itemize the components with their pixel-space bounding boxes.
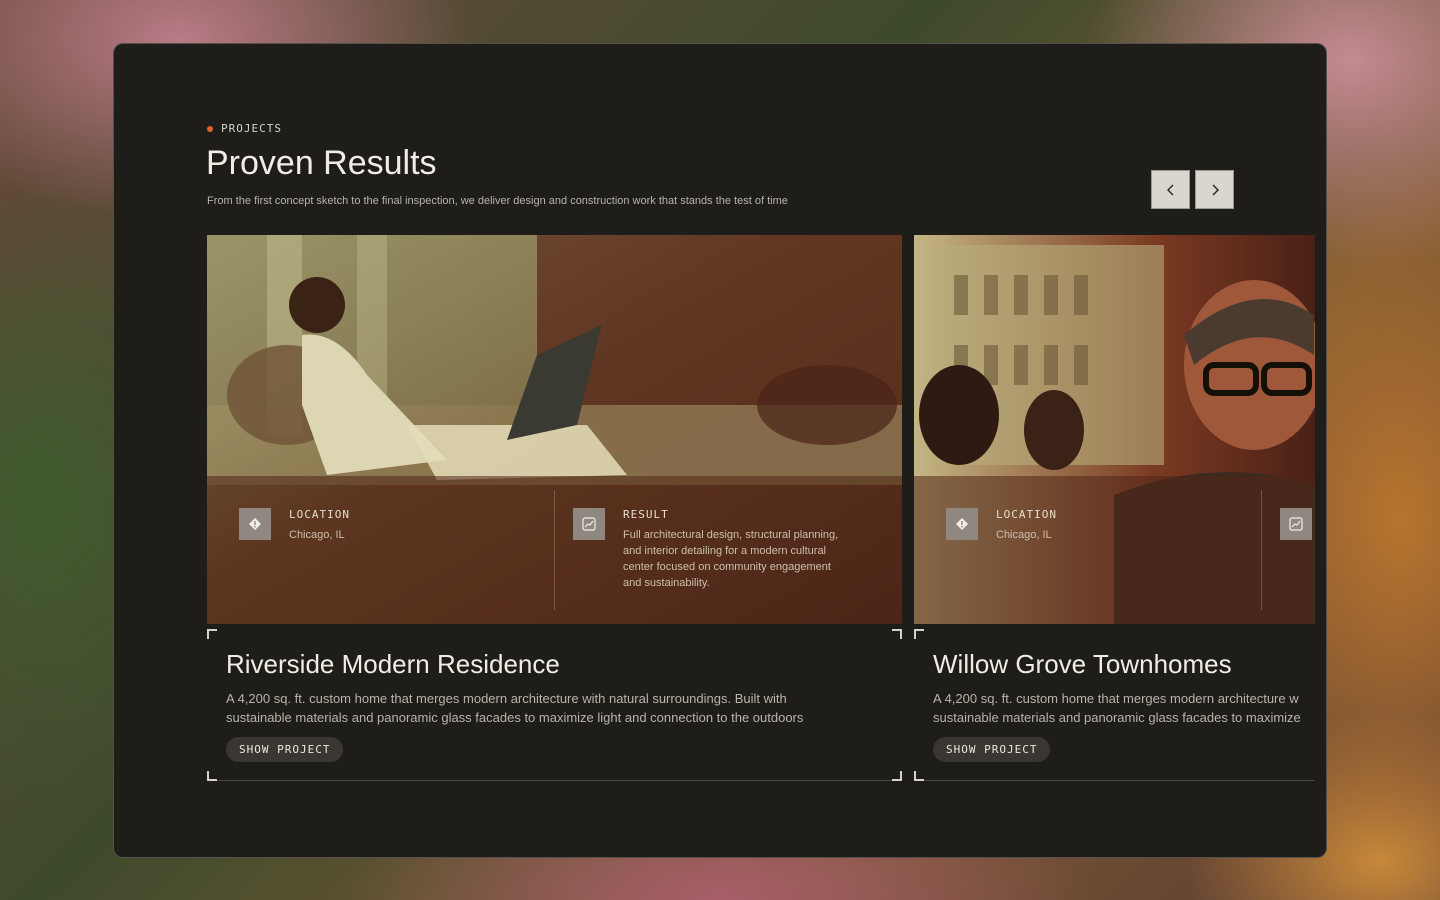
project-title: Riverside Modern Residence [226, 649, 560, 679]
result-line: center focused on community engagement [623, 561, 831, 573]
trend-icon [573, 508, 605, 540]
location-label: LOCATION [289, 508, 350, 521]
description-line: A 4,200 sq. ft. custom home that merges … [226, 691, 787, 706]
project-meta: LOCATION Chicago, IL RESULT Full archite… [207, 476, 902, 624]
show-project-button[interactable]: SHOW PROJECT [226, 737, 344, 762]
result-line: and sustainability. [623, 577, 710, 589]
meta-divider [554, 490, 555, 610]
frame-corner [207, 629, 217, 639]
project-info: Willow Grove Townhomes A 4,200 sq. ft. c… [914, 629, 1315, 781]
meta-divider [1261, 490, 1262, 610]
result-block [1280, 508, 1312, 540]
projects-panel: PROJECTS Proven Results From the first c… [113, 43, 1327, 858]
show-project-button[interactable]: SHOW PROJECT [933, 737, 1051, 762]
frame-corner [914, 771, 924, 781]
chevron-right-icon [1212, 184, 1219, 195]
frame-corner [892, 771, 902, 781]
description-line: sustainable materials and panoramic glas… [226, 710, 804, 725]
chevron-left-icon [1166, 184, 1173, 195]
trend-icon [1280, 508, 1312, 540]
result-line: and interior detailing for a modern cult… [623, 545, 827, 557]
location-value: Chicago, IL [289, 529, 345, 541]
accent-dot [207, 125, 213, 132]
next-button[interactable] [1195, 170, 1234, 209]
frame-corner [914, 629, 924, 639]
eyebrow-label: PROJECTS [221, 122, 282, 135]
result-line: Full architectural design, structural pl… [623, 529, 839, 541]
section-title: Proven Results [206, 144, 437, 182]
result-block: RESULT Full architectural design, struct… [573, 508, 838, 591]
project-info: Riverside Modern Residence A 4,200 sq. f… [207, 629, 902, 781]
alert-icon [946, 508, 978, 540]
project-description: A 4,200 sq. ft. custom home that merges … [933, 689, 1301, 727]
location-label: LOCATION [996, 508, 1057, 521]
project-meta: LOCATION Chicago, IL [914, 476, 1315, 624]
alert-icon [239, 508, 271, 540]
frame-corner [207, 771, 217, 781]
project-description: A 4,200 sq. ft. custom home that merges … [226, 689, 803, 727]
location-block: LOCATION Chicago, IL [946, 508, 1057, 543]
section-eyebrow: PROJECTS [207, 122, 282, 135]
project-card[interactable]: LOCATION Chicago, IL Willow Grove Townho… [914, 235, 1315, 783]
description-line: A 4,200 sq. ft. custom home that merges … [933, 691, 1299, 706]
prev-button[interactable] [1151, 170, 1190, 209]
description-line: sustainable materials and panoramic glas… [933, 710, 1301, 725]
location-value: Chicago, IL [996, 529, 1052, 541]
result-label: RESULT [623, 508, 669, 521]
project-card[interactable]: LOCATION Chicago, IL RESULT Full archite… [207, 235, 902, 783]
location-block: LOCATION Chicago, IL [239, 508, 350, 543]
section-subtitle: From the first concept sketch to the fin… [207, 195, 788, 207]
frame-corner [892, 629, 902, 639]
project-title: Willow Grove Townhomes [933, 649, 1232, 679]
